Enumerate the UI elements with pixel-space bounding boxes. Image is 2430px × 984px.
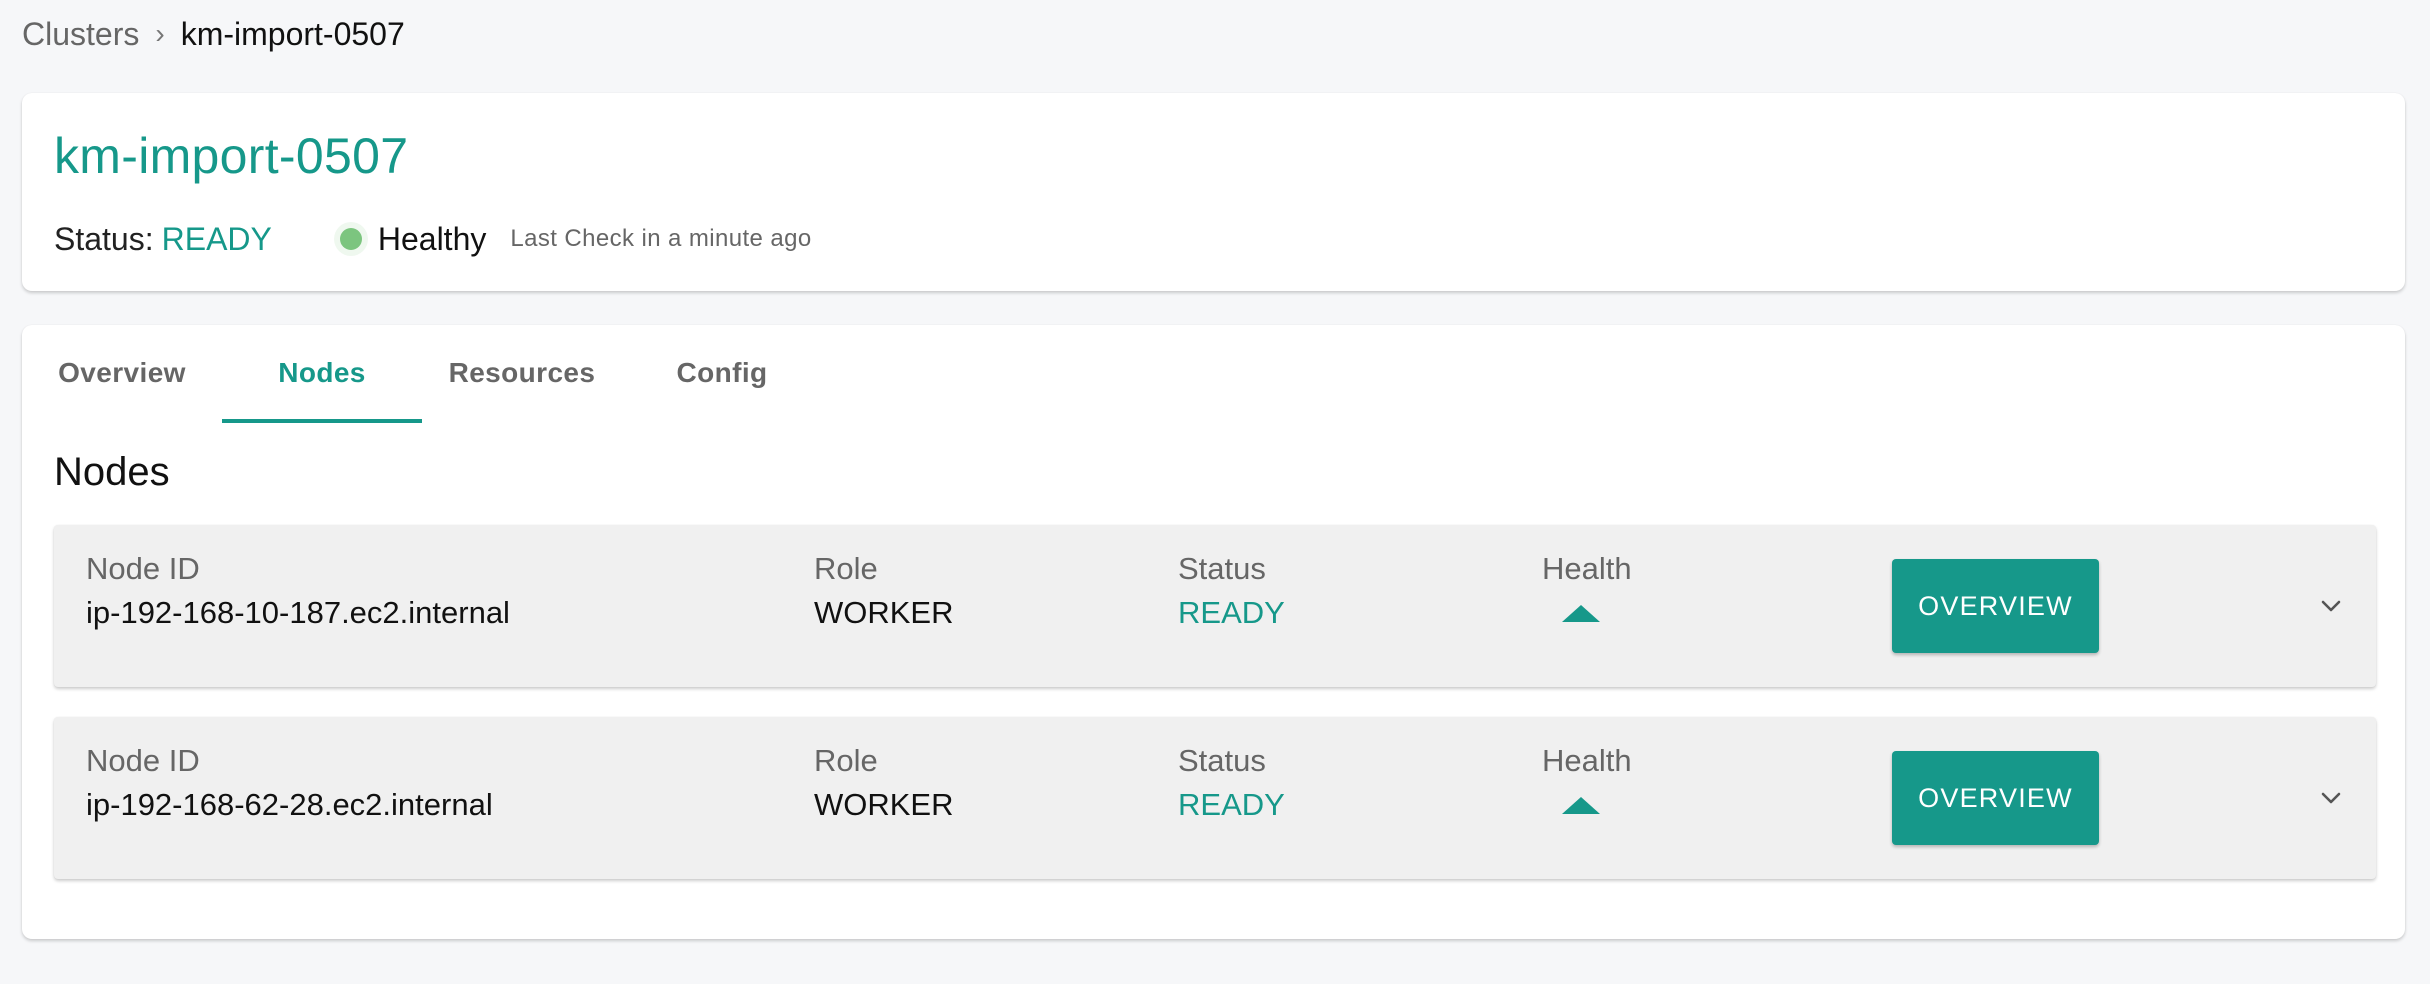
node-row[interactable]: Node ID ip-192-168-62-28.ec2.internal Ro… xyxy=(54,717,2376,879)
role-value: WORKER xyxy=(814,787,954,822)
triangle-up-icon xyxy=(1562,797,1600,814)
breadcrumb: Clusters › km-import-0507 xyxy=(22,14,405,54)
node-id-label: Node ID xyxy=(86,551,200,586)
status-cell: Status READY xyxy=(1178,743,1285,829)
status-label: Status: xyxy=(54,220,154,257)
health-text: Healthy xyxy=(377,220,487,257)
breadcrumb-clusters-link[interactable]: Clusters xyxy=(22,16,139,53)
breadcrumb-separator: › xyxy=(155,18,165,49)
tab-nodes[interactable]: Nodes xyxy=(222,325,422,423)
node-row[interactable]: Node ID ip-192-168-10-187.ec2.internal R… xyxy=(54,525,2376,687)
tab-overview[interactable]: Overview xyxy=(22,325,222,421)
status-row: Status: READY Healthy Last Check in a mi… xyxy=(54,217,812,261)
status-col-label: Status xyxy=(1178,551,1266,586)
role-label: Role xyxy=(814,743,878,778)
chevron-down-icon[interactable] xyxy=(2320,787,2342,809)
health-dot-icon xyxy=(339,228,362,250)
tab-config[interactable]: Config xyxy=(622,325,822,421)
cluster-header-card: km-import-0507 Status: READY Healthy Las… xyxy=(22,93,2405,291)
tab-resources[interactable]: Resources xyxy=(422,325,622,421)
health-label: Health xyxy=(1542,551,1632,586)
node-id-value: ip-192-168-62-28.ec2.internal xyxy=(86,787,493,822)
status-col-label: Status xyxy=(1178,743,1266,778)
node-status-value: READY xyxy=(1178,787,1285,822)
node-id-value: ip-192-168-10-187.ec2.internal xyxy=(86,595,510,630)
page-title: km-import-0507 xyxy=(54,128,409,184)
health-cell: Health xyxy=(1542,743,1632,814)
overview-button[interactable]: OVERVIEW xyxy=(1892,559,2099,653)
status-cell: Status READY xyxy=(1178,551,1285,637)
tab-bar: Overview Nodes Resources Config xyxy=(22,325,822,423)
node-id-label: Node ID xyxy=(86,743,200,778)
node-id-cell: Node ID ip-192-168-62-28.ec2.internal xyxy=(86,743,493,829)
section-title: Nodes xyxy=(54,450,170,494)
last-check-text: Last Check in a minute ago xyxy=(510,225,812,252)
role-cell: Role WORKER xyxy=(814,551,954,637)
role-cell: Role WORKER xyxy=(814,743,954,829)
nodes-card: Overview Nodes Resources Config Nodes No… xyxy=(22,325,2405,939)
health-label: Health xyxy=(1542,743,1632,778)
chevron-down-icon[interactable] xyxy=(2320,595,2342,617)
status-value: READY xyxy=(161,220,272,257)
role-value: WORKER xyxy=(814,595,954,630)
overview-button[interactable]: OVERVIEW xyxy=(1892,751,2099,845)
breadcrumb-current: km-import-0507 xyxy=(180,15,405,52)
node-id-cell: Node ID ip-192-168-10-187.ec2.internal xyxy=(86,551,510,637)
role-label: Role xyxy=(814,551,878,586)
health-cell: Health xyxy=(1542,551,1632,622)
node-status-value: READY xyxy=(1178,595,1285,630)
triangle-up-icon xyxy=(1562,605,1600,622)
